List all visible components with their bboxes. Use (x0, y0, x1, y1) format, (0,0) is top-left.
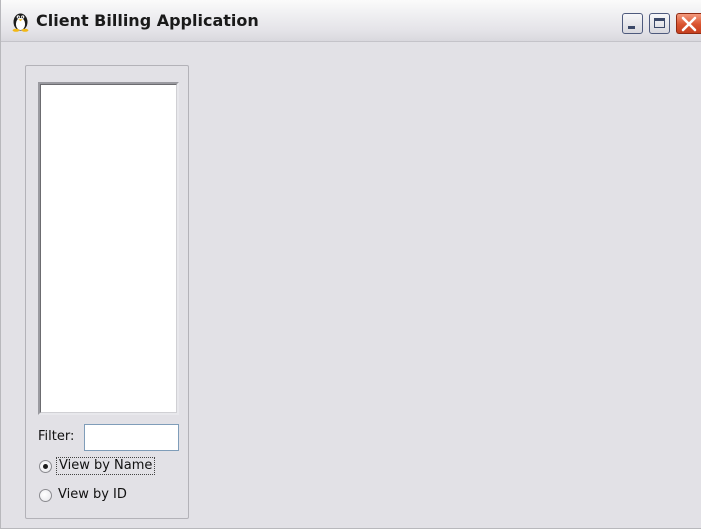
close-button[interactable] (676, 13, 701, 34)
minimize-button[interactable] (622, 13, 643, 34)
window-title: Client Billing Application (36, 11, 259, 30)
view-by-id-label[interactable]: View by ID (58, 487, 127, 503)
title-bar[interactable]: Client Billing Application (1, 0, 701, 42)
app-window: Client Billing Application Filter: View … (0, 0, 701, 529)
tux-penguin-icon (11, 11, 30, 32)
filter-input[interactable] (84, 424, 179, 451)
maximize-button[interactable] (649, 13, 670, 34)
client-list[interactable] (38, 82, 179, 415)
radio-selected-dot (43, 464, 48, 469)
minimize-icon (628, 26, 635, 29)
view-by-id-radio[interactable] (39, 489, 52, 502)
filter-label: Filter: (38, 429, 75, 444)
view-by-name-radio[interactable] (39, 460, 52, 473)
maximize-icon (654, 18, 665, 28)
close-icon (681, 16, 697, 32)
view-by-name-label[interactable]: View by Name (56, 457, 156, 475)
